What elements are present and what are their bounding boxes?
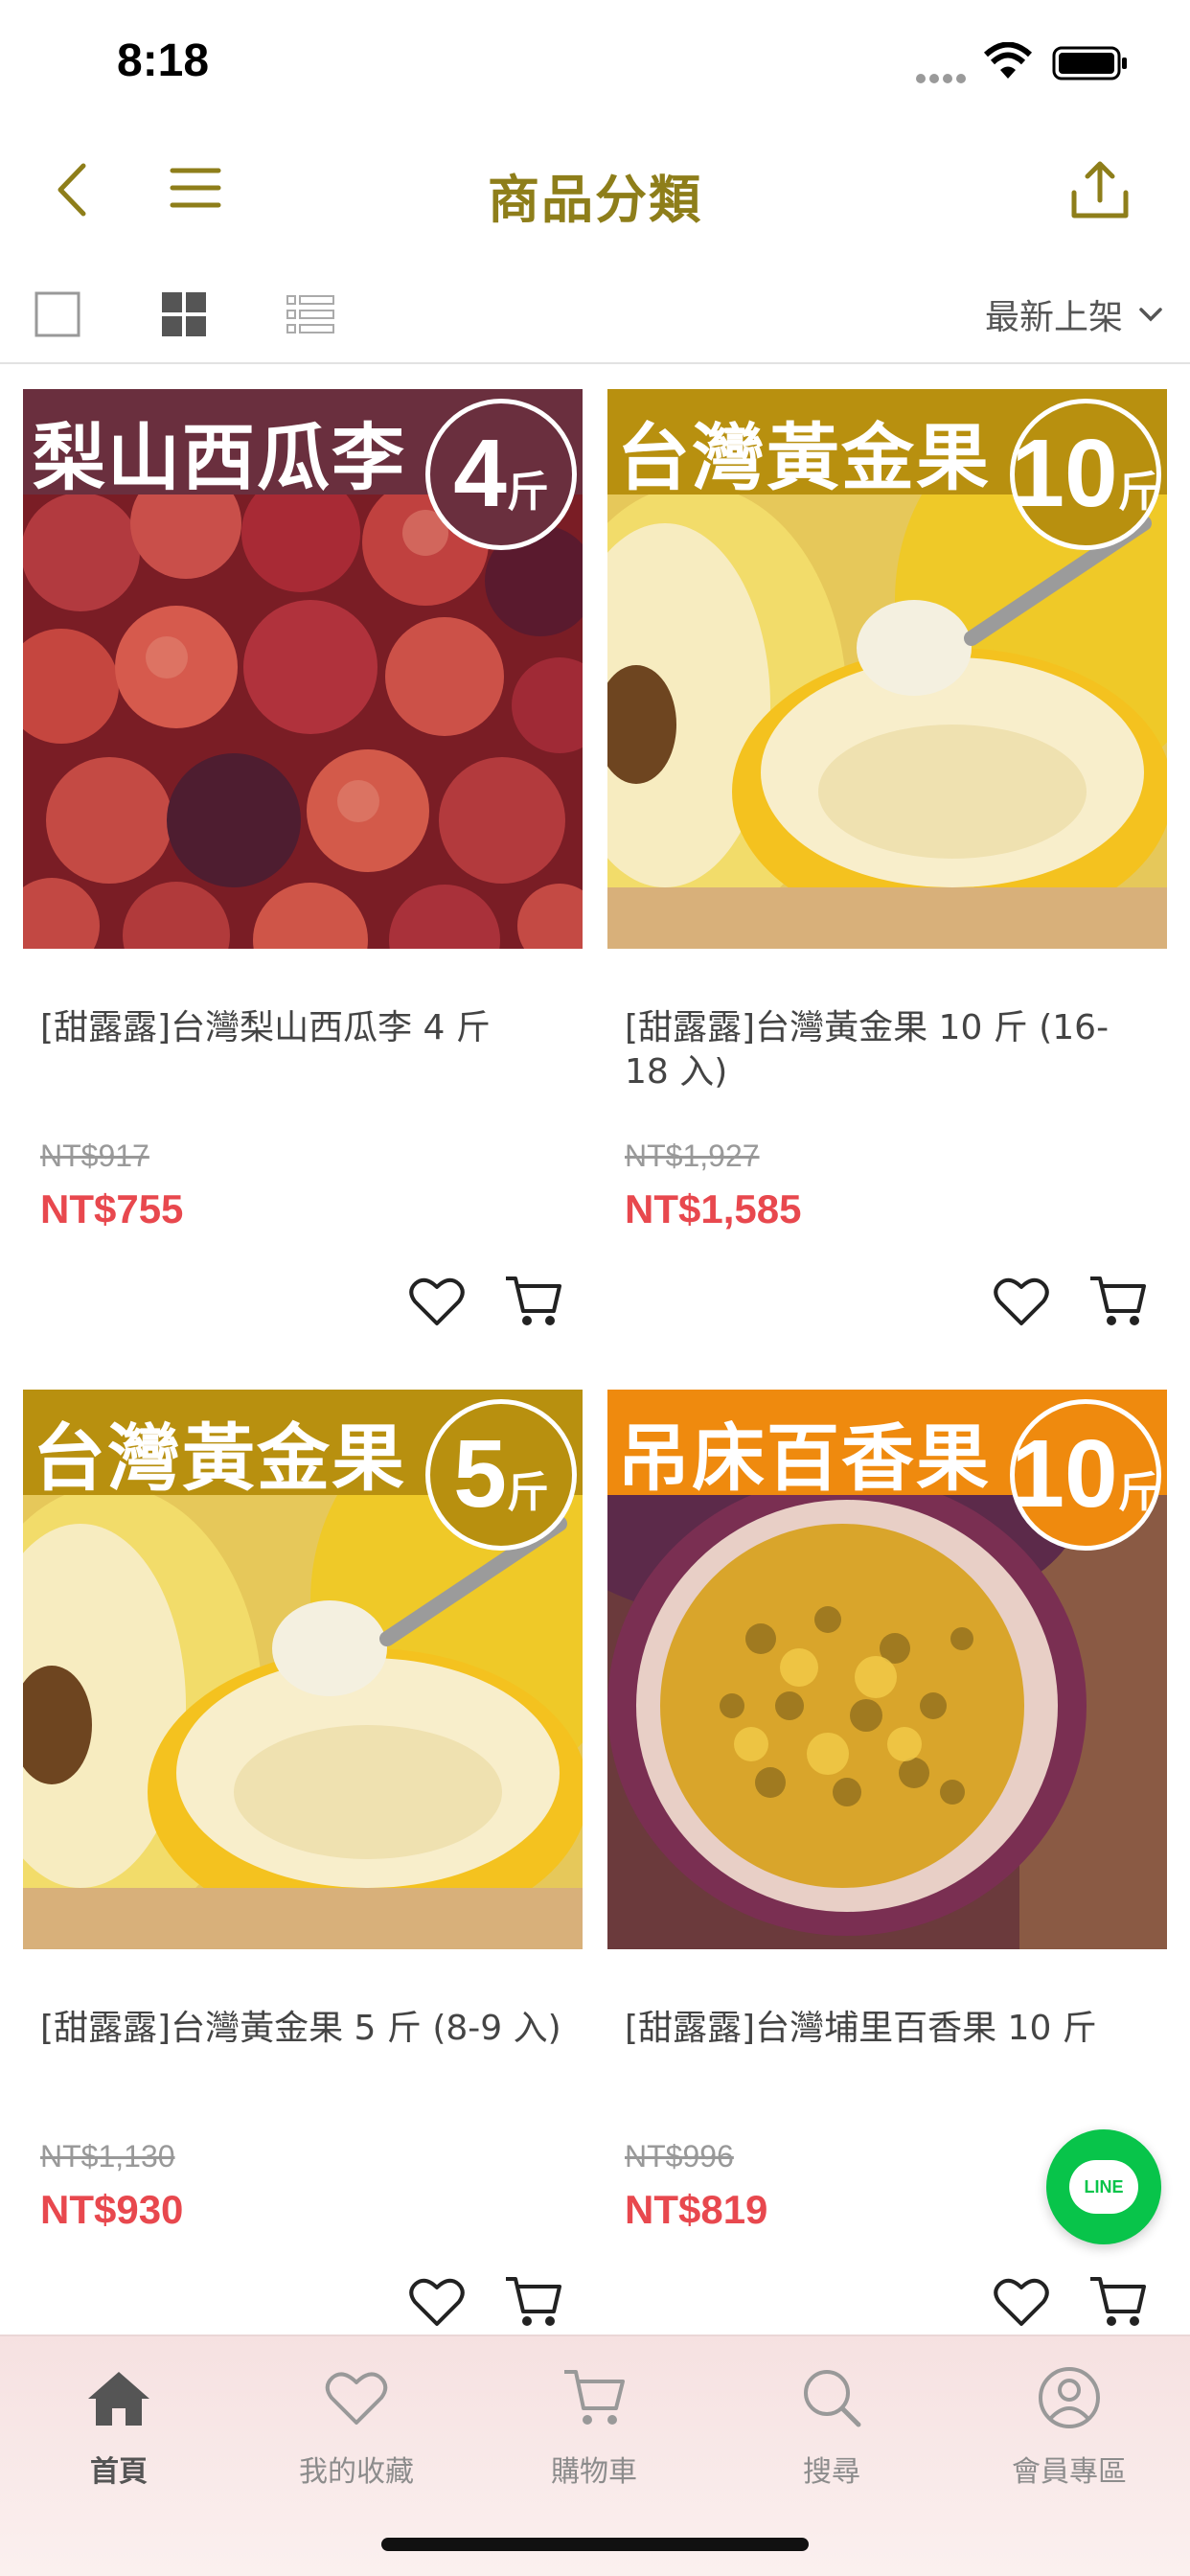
- product-name[interactable]: [甜露露]台灣黃金果 10 斤 (16-18 入): [625, 1006, 1152, 1094]
- wifi-icon: [983, 41, 1033, 84]
- original-price: NT$996: [625, 2139, 734, 2174]
- sale-price: NT$1,585: [625, 1186, 802, 1231]
- tab-label: 搜尋: [803, 2455, 860, 2489]
- badge-number: 10: [1011, 1420, 1118, 1528]
- product-image-passion-fruit[interactable]: 吊床百香果 10 斤: [607, 1390, 1167, 1949]
- product-image-plum[interactable]: 梨山西瓜李 4 斤: [23, 389, 583, 949]
- badge-number: 10: [1011, 420, 1118, 527]
- weight-badge: 4 斤: [425, 399, 577, 550]
- tab-label: 購物車: [551, 2455, 637, 2489]
- favorite-button[interactable]: [991, 2271, 1052, 2333]
- banner-title: 台灣黃金果: [33, 1415, 406, 1501]
- original-price: NT$917: [40, 1138, 149, 1173]
- tab-cart[interactable]: 購物車: [498, 2359, 690, 2490]
- badge-number: 5: [453, 1420, 507, 1528]
- tab-label: 會員專區: [1012, 2455, 1127, 2489]
- heart-icon: [261, 2359, 452, 2436]
- list-icon: [286, 295, 334, 334]
- signal-icon: [916, 69, 970, 87]
- favorite-button[interactable]: [991, 1271, 1052, 1332]
- share-icon: [1071, 161, 1129, 218]
- tab-home[interactable]: 首頁: [23, 2359, 215, 2490]
- tab-member[interactable]: 會員專區: [973, 2359, 1165, 2490]
- product-name[interactable]: [甜露露]台灣黃金果 5 斤 (8-9 入): [40, 2007, 567, 2051]
- add-to-cart-button[interactable]: [1087, 1271, 1148, 1332]
- user-icon: [973, 2359, 1165, 2436]
- sort-label: 最新上架: [984, 298, 1123, 337]
- sale-price: NT$930: [40, 2187, 184, 2232]
- line-chat-button[interactable]: LINE: [1046, 2129, 1161, 2244]
- product-card[interactable]: 梨山西瓜李 4 斤 [甜露露]台灣梨山西瓜李 4 斤 NT$917 NT$755: [23, 389, 583, 1347]
- single-view-button[interactable]: [29, 286, 86, 343]
- battery-icon: [1052, 46, 1129, 84]
- cart-icon: [498, 2359, 690, 2436]
- tab-label: 首頁: [90, 2455, 148, 2489]
- sort-dropdown[interactable]: 最新上架: [985, 289, 1163, 339]
- page-title: 商品分類: [488, 170, 702, 230]
- banner-title: 吊床百香果: [617, 1415, 991, 1501]
- original-price: NT$1,927: [625, 1138, 760, 1173]
- banner-title: 梨山西瓜李: [33, 415, 406, 500]
- product-name[interactable]: [甜露露]台灣埔里百香果 10 斤: [625, 2007, 1152, 2051]
- product-card[interactable]: 台灣黃金果 10 斤 [甜露露]台灣黃金果 10 斤 (16-18 入) NT$…: [607, 389, 1167, 1347]
- tab-search[interactable]: 搜尋: [736, 2359, 927, 2490]
- home-icon: [23, 2359, 215, 2436]
- grid-view-button[interactable]: [155, 286, 213, 343]
- product-image-golden-fruit[interactable]: 台灣黃金果 5 斤: [23, 1390, 583, 1949]
- cart-icon: [506, 2277, 561, 2326]
- product-image-golden-fruit[interactable]: 台灣黃金果 10 斤: [607, 389, 1167, 949]
- heart-icon: [994, 1277, 1049, 1325]
- weight-badge: 5 斤: [425, 1399, 577, 1551]
- sale-price: NT$755: [40, 1186, 184, 1231]
- add-to-cart-button[interactable]: [502, 2271, 563, 2333]
- search-icon: [736, 2359, 927, 2436]
- list-view-button[interactable]: [282, 286, 339, 343]
- tab-favorites[interactable]: 我的收藏: [261, 2359, 452, 2490]
- weight-badge: 10 斤: [1010, 399, 1161, 550]
- cart-icon: [1090, 2277, 1146, 2326]
- cart-icon: [1090, 1276, 1146, 1325]
- grid-icon: [162, 292, 206, 336]
- view-toolbar: 最新上架: [0, 268, 1190, 364]
- share-button[interactable]: [1065, 153, 1134, 226]
- badge-unit: 斤: [506, 1468, 549, 1517]
- chevron-down-icon: [1139, 308, 1162, 322]
- favorite-button[interactable]: [406, 1271, 468, 1332]
- badge-unit: 斤: [1117, 468, 1160, 517]
- heart-icon: [409, 1277, 465, 1325]
- product-card[interactable]: 台灣黃金果 5 斤 [甜露露]台灣黃金果 5 斤 (8-9 入) NT$1,13…: [23, 1390, 583, 2348]
- sale-price: NT$819: [625, 2187, 768, 2232]
- product-name[interactable]: [甜露露]台灣梨山西瓜李 4 斤: [40, 1006, 567, 1050]
- line-label: LINE: [1069, 2160, 1138, 2214]
- cart-icon: [506, 1276, 561, 1325]
- original-price: NT$1,130: [40, 2139, 175, 2174]
- heart-icon: [409, 2278, 465, 2326]
- badge-unit: 斤: [1117, 1468, 1160, 1517]
- status-bar: 8:18: [0, 0, 1190, 125]
- single-square-icon: [34, 291, 80, 337]
- weight-badge: 10 斤: [1010, 1399, 1161, 1551]
- favorite-button[interactable]: [406, 2271, 468, 2333]
- badge-number: 4: [453, 420, 507, 527]
- badge-unit: 斤: [506, 468, 549, 517]
- heart-icon: [994, 2278, 1049, 2326]
- banner-title: 台灣黃金果: [617, 415, 991, 500]
- add-to-cart-button[interactable]: [502, 1271, 563, 1332]
- tab-label: 我的收藏: [299, 2455, 414, 2489]
- add-to-cart-button[interactable]: [1087, 2271, 1148, 2333]
- status-time: 8:18: [117, 35, 210, 86]
- navigation-bar: 商品分類: [0, 134, 1190, 249]
- home-indicator: [381, 2538, 809, 2551]
